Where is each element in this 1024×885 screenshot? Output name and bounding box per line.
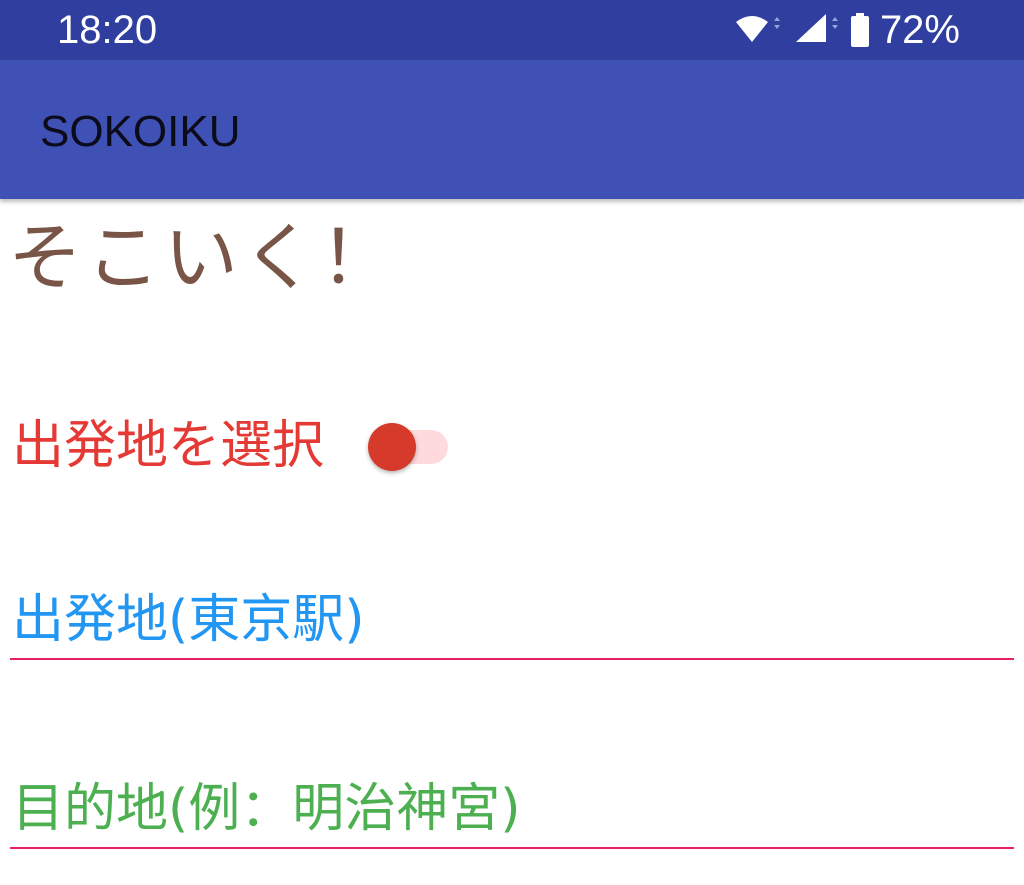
destination-input[interactable] xyxy=(10,777,1016,841)
status-bar: 18:20 72% xyxy=(0,0,1024,60)
origin-switch-label: 出発地を選択 xyxy=(12,416,325,476)
app-title: SOKOIKU xyxy=(40,107,241,156)
cell-signal-icon xyxy=(795,14,838,42)
status-time: 18:20 xyxy=(57,8,158,52)
battery-percentage: 72% xyxy=(879,8,960,52)
page-heading: そこいく！ xyxy=(8,215,398,301)
origin-field xyxy=(10,578,1016,660)
switch-thumb[interactable] xyxy=(368,423,417,471)
destination-field xyxy=(10,767,1016,849)
battery-icon xyxy=(850,13,869,47)
status-icons: 72% xyxy=(734,8,960,52)
origin-switch[interactable] xyxy=(368,416,452,476)
app-bar: SOKOIKU xyxy=(0,60,1024,199)
origin-switch-row: 出発地を選択 xyxy=(12,408,452,484)
origin-input[interactable] xyxy=(10,588,1016,652)
wifi-icon xyxy=(735,16,780,42)
